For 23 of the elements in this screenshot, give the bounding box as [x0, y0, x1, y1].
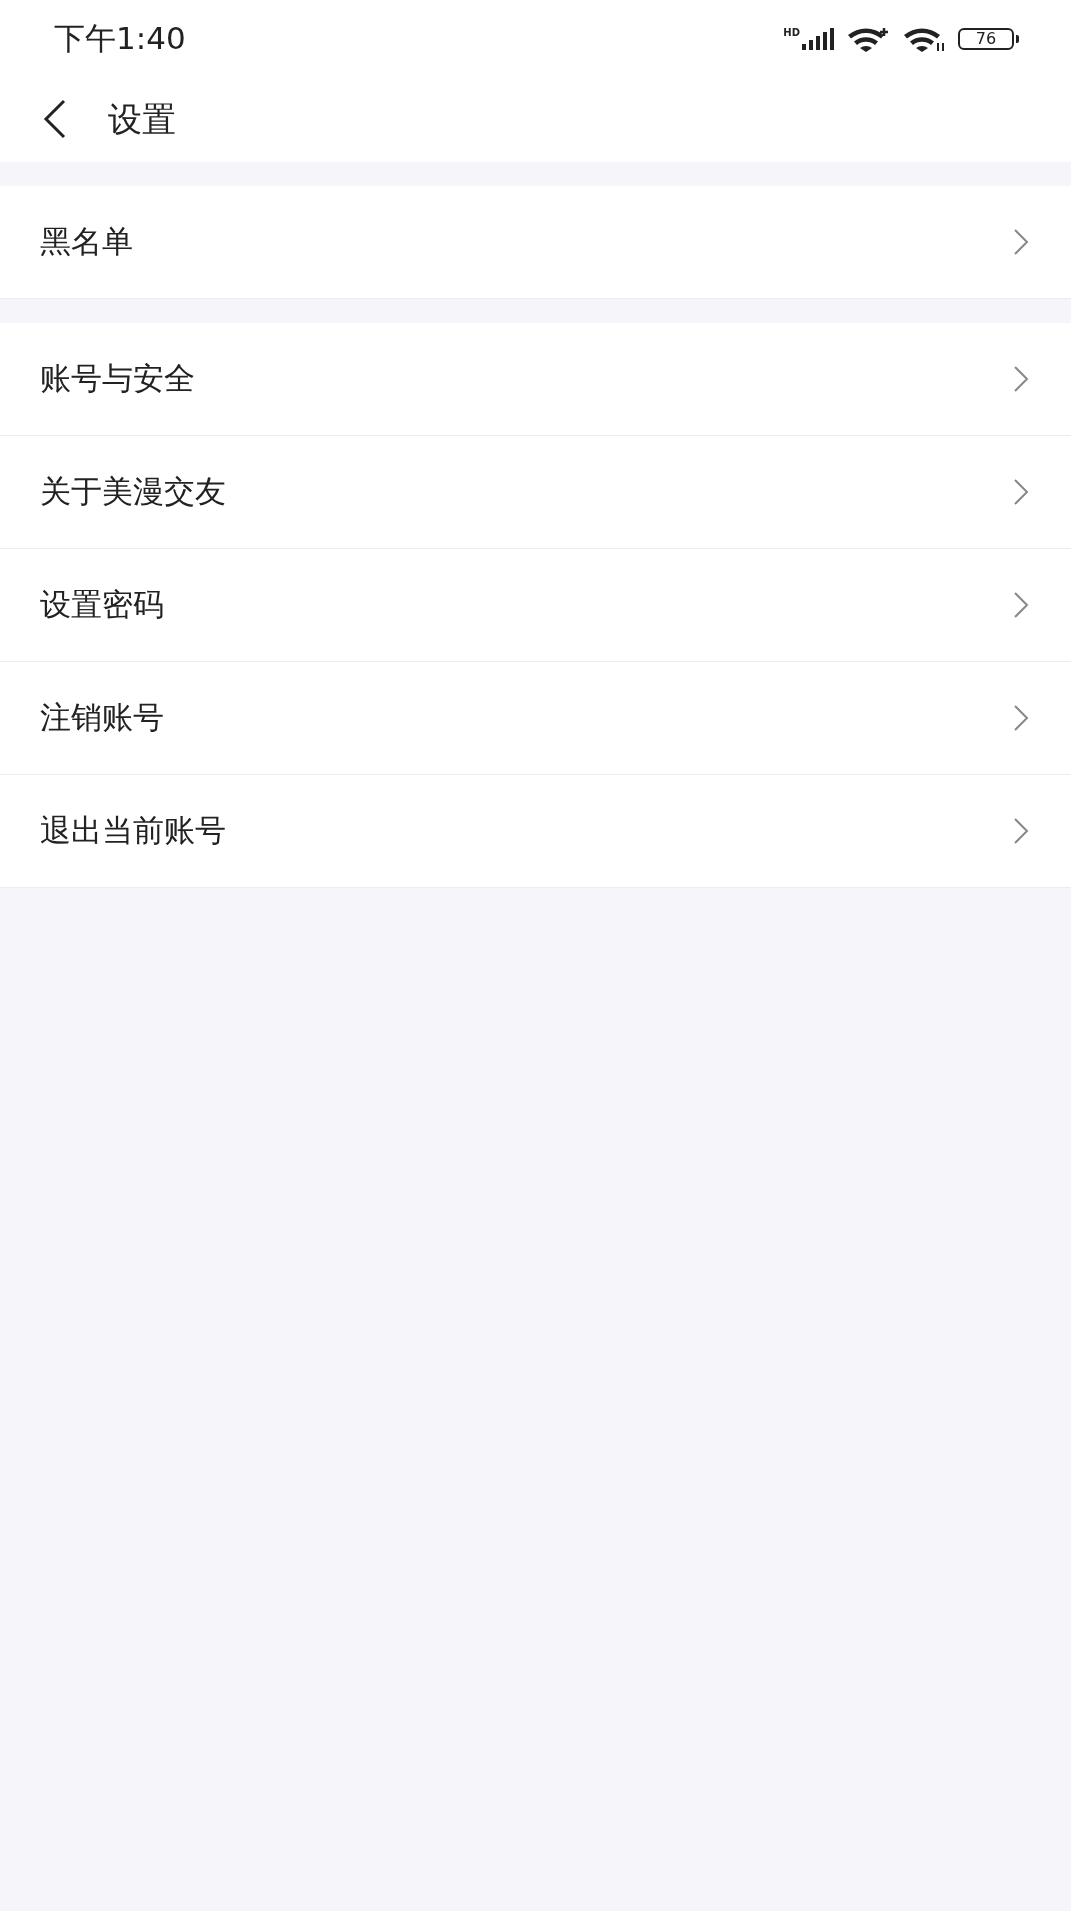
chevron-icon [1013, 817, 1029, 845]
settings-row[interactable]: 黑名单 [0, 186, 1071, 299]
chevron-icon [1013, 704, 1029, 732]
chevron-icon [1013, 591, 1029, 619]
settings-row[interactable]: 设置密码 [0, 549, 1071, 662]
row-label: 关于美漫交友 [40, 472, 226, 511]
row-label: 账号与安全 [40, 359, 195, 398]
wifi-icon [902, 26, 946, 52]
chevron-icon [1013, 365, 1029, 393]
chevron-icon [1013, 478, 1029, 506]
wifi-icon [846, 26, 890, 52]
row-label: 退出当前账号 [40, 811, 226, 850]
settings-row[interactable]: 注销账号 [0, 662, 1071, 775]
row-label: 设置密码 [40, 585, 164, 624]
row-label: 注销账号 [40, 698, 164, 737]
page-title: 设置 [108, 98, 176, 141]
settings-row[interactable]: 关于美漫交友 [0, 436, 1071, 549]
row-label: 黑名单 [40, 222, 133, 261]
settings-row[interactable]: 账号与安全 [0, 323, 1071, 436]
battery-indicator: 76 [958, 28, 1014, 50]
status-time: 下午1:40 [54, 19, 186, 58]
chevron-icon [1013, 228, 1029, 256]
settings-row[interactable]: 退出当前账号 [0, 775, 1071, 888]
